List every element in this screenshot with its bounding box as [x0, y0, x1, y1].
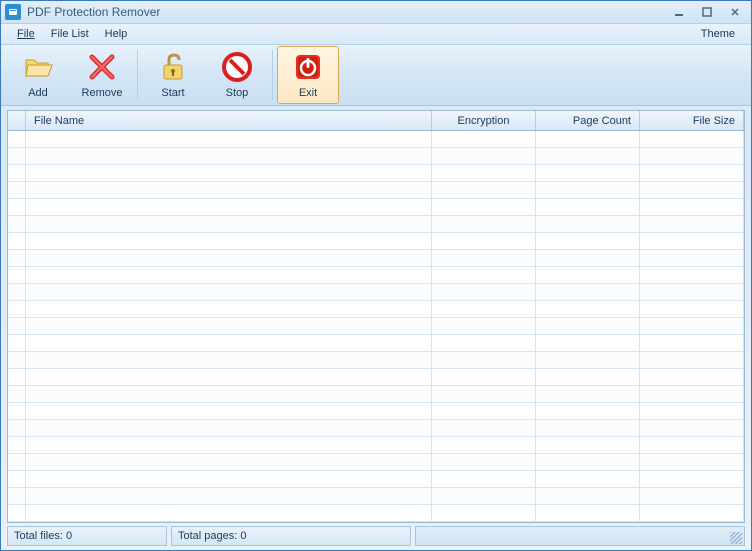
column-filename[interactable]: File Name: [26, 111, 432, 130]
menu-file-list[interactable]: File List: [43, 26, 97, 42]
statusbar: Total files: 0 Total pages: 0: [7, 525, 745, 546]
grid-header: File Name Encryption Page Count File Siz…: [8, 111, 744, 131]
table-row[interactable]: [8, 505, 744, 522]
folder-open-icon: [22, 51, 54, 83]
maximize-button[interactable]: [695, 4, 719, 20]
column-pagecount[interactable]: Page Count: [536, 111, 640, 130]
stop-icon: [221, 51, 253, 83]
table-row[interactable]: [8, 199, 744, 216]
table-row[interactable]: [8, 250, 744, 267]
menubar: File File List Help Theme: [1, 24, 751, 45]
delete-x-icon: [86, 51, 118, 83]
table-row[interactable]: [8, 284, 744, 301]
window-title: PDF Protection Remover: [27, 5, 667, 19]
stop-button[interactable]: Stop: [206, 46, 268, 104]
exit-label: Exit: [299, 87, 317, 99]
content-area: File Name Encryption Page Count File Siz…: [7, 110, 745, 523]
table-row[interactable]: [8, 386, 744, 403]
table-row[interactable]: [8, 165, 744, 182]
table-row[interactable]: [8, 318, 744, 335]
menu-file[interactable]: File: [9, 26, 43, 42]
table-row[interactable]: [8, 437, 744, 454]
table-row[interactable]: [8, 369, 744, 386]
table-row[interactable]: [8, 352, 744, 369]
menu-theme[interactable]: Theme: [693, 26, 743, 42]
table-row[interactable]: [8, 131, 744, 148]
table-row[interactable]: [8, 148, 744, 165]
unlock-icon: [157, 51, 189, 83]
table-row[interactable]: [8, 216, 744, 233]
table-row[interactable]: [8, 301, 744, 318]
grid-corner: [8, 111, 26, 130]
menu-help[interactable]: Help: [97, 26, 136, 42]
table-row[interactable]: [8, 488, 744, 505]
power-icon: [292, 51, 324, 83]
stop-label: Stop: [226, 87, 249, 99]
close-button[interactable]: [723, 4, 747, 20]
table-row[interactable]: [8, 454, 744, 471]
start-label: Start: [161, 87, 184, 99]
app-window: PDF Protection Remover File File List He…: [0, 0, 752, 551]
add-button[interactable]: Add: [7, 46, 69, 104]
remove-button[interactable]: Remove: [71, 46, 133, 104]
app-icon: [5, 4, 21, 20]
table-row[interactable]: [8, 335, 744, 352]
toolbar: Add Remove Start Stop Exit: [1, 45, 751, 107]
grid-body[interactable]: [8, 131, 744, 522]
titlebar: PDF Protection Remover: [1, 1, 751, 24]
table-row[interactable]: [8, 182, 744, 199]
remove-label: Remove: [82, 87, 123, 99]
exit-button[interactable]: Exit: [277, 46, 339, 104]
window-controls: [667, 4, 747, 20]
start-button[interactable]: Start: [142, 46, 204, 104]
status-total-pages: Total pages: 0: [171, 526, 411, 546]
table-row[interactable]: [8, 420, 744, 437]
table-row[interactable]: [8, 471, 744, 488]
status-total-files: Total files: 0: [7, 526, 167, 546]
table-row[interactable]: [8, 267, 744, 284]
column-filesize[interactable]: File Size: [640, 111, 744, 130]
toolbar-separator: [137, 50, 138, 100]
toolbar-separator: [272, 50, 273, 100]
status-resize-grip[interactable]: [415, 526, 745, 546]
column-encryption[interactable]: Encryption: [432, 111, 536, 130]
add-label: Add: [28, 87, 48, 99]
file-grid[interactable]: File Name Encryption Page Count File Siz…: [7, 110, 745, 523]
table-row[interactable]: [8, 233, 744, 250]
table-row[interactable]: [8, 403, 744, 420]
minimize-button[interactable]: [667, 4, 691, 20]
